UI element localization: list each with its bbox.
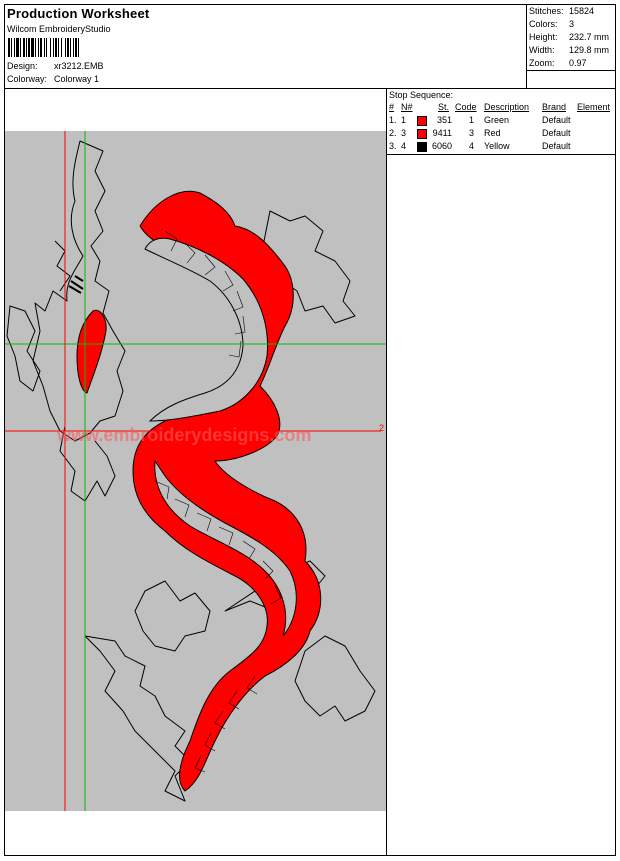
color-swatch	[417, 116, 427, 126]
colorway-row: Colorway: Colorway 1	[7, 74, 99, 84]
col-stitches: St.	[438, 102, 450, 112]
zoom-label: Zoom:	[529, 58, 555, 68]
stop-sequence-panel: Stop Sequence: # N# St. Code Description…	[387, 89, 615, 155]
zoom-row: Zoom: 0.97	[529, 58, 587, 68]
width-row: Width: 129.8 mm	[529, 45, 609, 55]
design-row: Design: xr3212.EMB	[7, 61, 104, 71]
zoom-value: 0.97	[569, 58, 587, 68]
color-swatch	[417, 129, 427, 139]
design-stats: Stitches: 15824 Colors: 3 Height: 232.7 mm …	[527, 5, 615, 89]
col-needle: N#	[401, 102, 413, 112]
row-needle: 3	[401, 128, 407, 138]
row-description: Green	[484, 115, 510, 125]
colorway-value: Colorway 1	[54, 74, 100, 84]
row-stitches: 6060	[431, 141, 452, 151]
design-preview-panel: www.embroiderydesigns.com 2	[5, 89, 387, 856]
stop-sequence-row: 2. 3 9411 3 Red Default	[387, 128, 615, 141]
row-num: 1.	[389, 115, 397, 125]
row-brand: Default	[542, 128, 571, 138]
width-value: 129.8 mm	[569, 45, 610, 55]
row-code: 4	[469, 141, 475, 151]
col-num: #	[389, 102, 395, 112]
stop-sequence-header: # N# St. Code Description Brand Element	[387, 102, 615, 115]
height-label: Height:	[529, 32, 558, 42]
row-brand: Default	[542, 115, 571, 125]
colors-row: Colors: 3	[529, 19, 574, 29]
stitches-label: Stitches:	[529, 6, 564, 16]
height-row: Height: 232.7 mm	[529, 32, 609, 42]
row-stitches: 9411	[432, 128, 452, 138]
colors-label: Colors:	[529, 19, 558, 29]
barcode	[8, 38, 138, 57]
design-canvas: www.embroiderydesigns.com 2	[5, 131, 386, 811]
software-name: Wilcom EmbroideryStudio	[7, 24, 111, 34]
row-code: 1	[469, 115, 475, 125]
color-swatch	[417, 142, 427, 152]
col-description: Description	[484, 102, 530, 112]
row-description: Yellow	[484, 141, 510, 151]
page-title: Production Worksheet	[7, 6, 150, 21]
watermark-text: www.embroiderydesigns.com	[56, 425, 311, 445]
header-info: Production Worksheet Wilcom EmbroiderySt…	[5, 5, 527, 89]
dragon-design: www.embroiderydesigns.com 2	[5, 131, 386, 811]
design-label: Design:	[7, 61, 38, 71]
design-value: xr3212.EMB	[54, 61, 104, 71]
row-code: 3	[469, 128, 475, 138]
row-description: Red	[484, 128, 501, 138]
col-brand: Brand	[542, 102, 567, 112]
production-worksheet: Production Worksheet Wilcom EmbroiderySt…	[4, 4, 616, 856]
stop-sequence-title: Stop Sequence:	[389, 90, 454, 100]
dragon-head-fill	[76, 309, 107, 394]
row-needle: 4	[401, 141, 407, 151]
row-num: 3.	[389, 141, 397, 151]
guide-marker-label: 2	[379, 423, 384, 433]
stitches-value: 15824	[569, 6, 595, 16]
row-stitches: 351	[436, 115, 452, 125]
row-num: 2.	[389, 128, 397, 138]
colorway-label: Colorway:	[7, 74, 48, 84]
width-label: Width:	[529, 45, 555, 55]
col-code: Code	[455, 102, 477, 112]
stop-sequence-row: 3. 4 6060 4 Yellow Default	[387, 141, 615, 154]
stitches-row: Stitches: 15824	[529, 6, 594, 16]
height-value: 232.7 mm	[569, 32, 610, 42]
row-needle: 1	[401, 115, 407, 125]
col-element: Element	[577, 102, 611, 112]
colors-value: 3	[569, 19, 575, 29]
stats-divider	[527, 70, 615, 71]
row-brand: Default	[542, 141, 571, 151]
stop-sequence-row: 1. 1 351 1 Green Default	[387, 115, 615, 128]
